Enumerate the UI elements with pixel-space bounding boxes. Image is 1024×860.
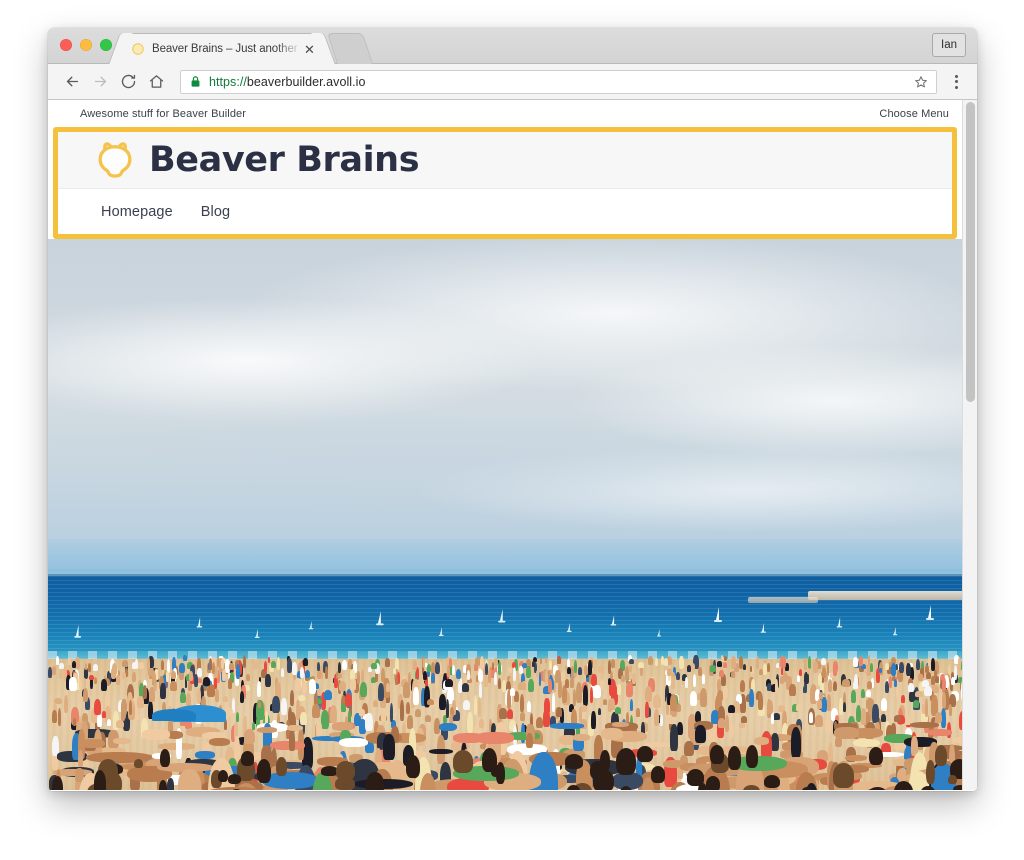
choose-menu-link[interactable]: Choose Menu	[879, 108, 949, 120]
star-icon[interactable]	[912, 75, 930, 89]
browser-tab-strip: Beaver Brains – Just another W ✕ Ian	[48, 28, 977, 64]
page-scrollbar-thumb[interactable]	[966, 102, 975, 402]
url-host: beaverbuilder.avoll.io	[246, 74, 366, 89]
hero-beach-crowd	[48, 239, 962, 790]
tab-title: Beaver Brains – Just another W	[152, 43, 302, 55]
nav-link-homepage[interactable]: Homepage	[101, 204, 173, 220]
zoom-window-button[interactable]	[100, 39, 112, 51]
reload-button[interactable]	[114, 68, 142, 96]
site-brand-row: Beaver Brains	[58, 132, 952, 189]
header-highlight-outline: Beaver Brains Homepage Blog	[53, 127, 957, 239]
site-utility-bar: Awesome stuff for Beaver Builder Choose …	[48, 100, 962, 127]
browser-window: Beaver Brains – Just another W ✕ Ian htt…	[48, 28, 977, 791]
page-content: Awesome stuff for Beaver Builder Choose …	[48, 100, 962, 790]
tab-close-icon[interactable]: ✕	[302, 42, 317, 57]
page-scrollbar-track[interactable]	[962, 100, 977, 790]
hero-pier	[808, 591, 962, 600]
address-bar[interactable]: https://beaverbuilder.avoll.io	[180, 69, 937, 94]
beaver-head-logo-icon[interactable]	[91, 139, 139, 181]
browser-tab-active[interactable]: Beaver Brains – Just another W ✕	[120, 33, 324, 64]
forward-button[interactable]	[86, 68, 114, 96]
minimize-window-button[interactable]	[80, 39, 92, 51]
secure-lock-icon	[190, 75, 202, 88]
url-scheme: https://	[209, 74, 247, 89]
window-controls	[60, 39, 112, 51]
browser-viewport: Awesome stuff for Beaver Builder Choose …	[48, 100, 977, 790]
address-bar-text: https://beaverbuilder.avoll.io	[209, 75, 912, 89]
site-brand-name: Beaver Brains	[149, 139, 420, 180]
tab-favicon-icon	[131, 42, 145, 56]
browser-toolbar: https://beaverbuilder.avoll.io	[48, 64, 977, 100]
site-tagline: Awesome stuff for Beaver Builder	[80, 107, 247, 120]
back-button[interactable]	[58, 68, 86, 96]
three-dot-menu-icon[interactable]	[945, 69, 967, 95]
profile-chip-button[interactable]: Ian	[932, 33, 966, 57]
home-button[interactable]	[142, 68, 170, 96]
hero-beach-photo	[48, 239, 962, 790]
hero-pier-secondary	[748, 597, 818, 603]
close-window-button[interactable]	[60, 39, 72, 51]
site-main-nav: Homepage Blog	[58, 189, 952, 234]
nav-link-blog[interactable]: Blog	[201, 204, 230, 220]
